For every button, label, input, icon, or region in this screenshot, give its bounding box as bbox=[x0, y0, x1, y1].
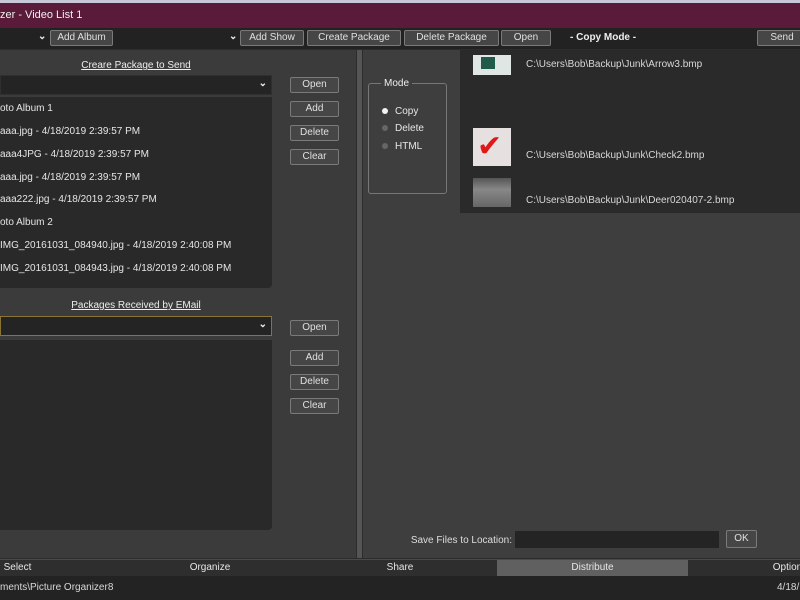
radio-label: Copy bbox=[395, 106, 419, 117]
list-item[interactable]: aaa222.jpg - 4/18/2019 2:39:57 PM bbox=[0, 194, 157, 205]
mode-label: Mode bbox=[381, 78, 413, 89]
received-open-button[interactable]: Open bbox=[290, 320, 339, 336]
left-panel: Creare Package to Send ⌄ oto Album 1 aaa… bbox=[0, 50, 356, 558]
chevron-down-icon[interactable]: ⌄ bbox=[38, 31, 46, 42]
tab-select[interactable]: Select bbox=[0, 560, 35, 576]
list-item[interactable]: oto Album 1 bbox=[0, 103, 53, 114]
list-item[interactable]: IMG_20161031_084943.jpg - 4/18/2019 2:40… bbox=[0, 263, 231, 274]
received-package-list[interactable] bbox=[0, 340, 272, 530]
mode-delete-radio[interactable]: Delete bbox=[382, 123, 462, 134]
send-package-list[interactable]: oto Album 1 aaa.jpg - 4/18/2019 2:39:57 … bbox=[0, 97, 272, 288]
send-package-combo[interactable]: ⌄ bbox=[0, 75, 272, 95]
list-item[interactable]: IMG_20161031_084940.jpg - 4/18/2019 2:40… bbox=[0, 240, 231, 251]
radio-icon bbox=[382, 143, 388, 150]
status-bar: ments\Picture Organizer8 4/18/ bbox=[0, 576, 800, 600]
check-thumbnail: ✔ bbox=[473, 128, 511, 166]
list-item[interactable]: aaa.jpg - 4/18/2019 2:39:57 PM bbox=[0, 126, 140, 137]
file-path[interactable]: C:\Users\Bob\Backup\Junk\Check2.bmp bbox=[526, 150, 704, 161]
save-location-label: Save Files to Location: bbox=[410, 535, 512, 546]
tab-share[interactable]: Share bbox=[350, 560, 450, 576]
list-item[interactable]: oto Album 2 bbox=[0, 217, 53, 228]
chevron-down-icon: ⌄ bbox=[258, 78, 267, 89]
send-header[interactable]: Creare Package to Send bbox=[0, 60, 272, 71]
status-date: 4/18/ bbox=[777, 582, 800, 593]
send-button[interactable]: Send bbox=[757, 30, 800, 46]
radio-selected-icon bbox=[382, 108, 388, 115]
tab-bar: Select Organize Share Distribute Options bbox=[0, 559, 800, 576]
tab-distribute[interactable]: Distribute bbox=[497, 560, 688, 576]
mode-indicator: - Copy Mode - bbox=[570, 32, 637, 43]
chevron-down-icon: ⌄ bbox=[258, 319, 267, 330]
create-package-button[interactable]: Create Package bbox=[307, 30, 401, 46]
tab-organize[interactable]: Organize bbox=[160, 560, 260, 576]
radio-label: Delete bbox=[395, 123, 424, 134]
file-list[interactable] bbox=[460, 50, 800, 213]
mode-copy-radio[interactable]: Copy bbox=[382, 106, 462, 117]
radio-icon bbox=[382, 125, 388, 132]
splitter[interactable] bbox=[357, 50, 362, 558]
window-title: zer - Video List 1 bbox=[0, 9, 83, 21]
send-open-button[interactable]: Open bbox=[290, 77, 339, 93]
send-clear-button[interactable]: Clear bbox=[290, 149, 339, 165]
add-album-button[interactable]: Add Album bbox=[50, 30, 113, 46]
chevron-down-icon[interactable]: ⌄ bbox=[229, 31, 237, 42]
received-add-button[interactable]: Add bbox=[290, 350, 339, 366]
list-item[interactable]: aaa.jpg - 4/18/2019 2:39:57 PM bbox=[0, 172, 140, 183]
tab-options[interactable]: Options bbox=[760, 560, 800, 576]
file-path[interactable]: C:\Users\Bob\Backup\Junk\Deer020407-2.bm… bbox=[526, 195, 734, 206]
toolbar: ⌄ Add Album ⌄ Add Show Create Package De… bbox=[0, 28, 800, 49]
arrow-thumbnail bbox=[473, 55, 511, 75]
received-delete-button[interactable]: Delete bbox=[290, 374, 339, 390]
list-item[interactable]: aaa4JPG - 4/18/2019 2:39:57 PM bbox=[0, 149, 149, 160]
deer-thumbnail bbox=[473, 178, 511, 207]
received-package-combo[interactable]: ⌄ bbox=[0, 316, 272, 336]
status-path: ments\Picture Organizer8 bbox=[0, 582, 114, 593]
ok-button[interactable]: OK bbox=[726, 530, 757, 548]
delete-package-button[interactable]: Delete Package bbox=[404, 30, 499, 46]
radio-label: HTML bbox=[395, 141, 423, 152]
received-header[interactable]: Packages Received by EMail bbox=[0, 300, 272, 311]
received-clear-button[interactable]: Clear bbox=[290, 398, 339, 414]
title-bar: zer - Video List 1 bbox=[0, 3, 800, 28]
send-add-button[interactable]: Add bbox=[290, 101, 339, 117]
file-path[interactable]: C:\Users\Bob\Backup\Junk\Arrow3.bmp bbox=[526, 59, 702, 70]
mode-html-radio[interactable]: HTML bbox=[382, 141, 462, 152]
open-button[interactable]: Open bbox=[501, 30, 551, 46]
add-show-button[interactable]: Add Show bbox=[240, 30, 304, 46]
mode-groupbox: Mode bbox=[368, 78, 447, 194]
send-delete-button[interactable]: Delete bbox=[290, 125, 339, 141]
save-location-input[interactable] bbox=[515, 531, 719, 548]
